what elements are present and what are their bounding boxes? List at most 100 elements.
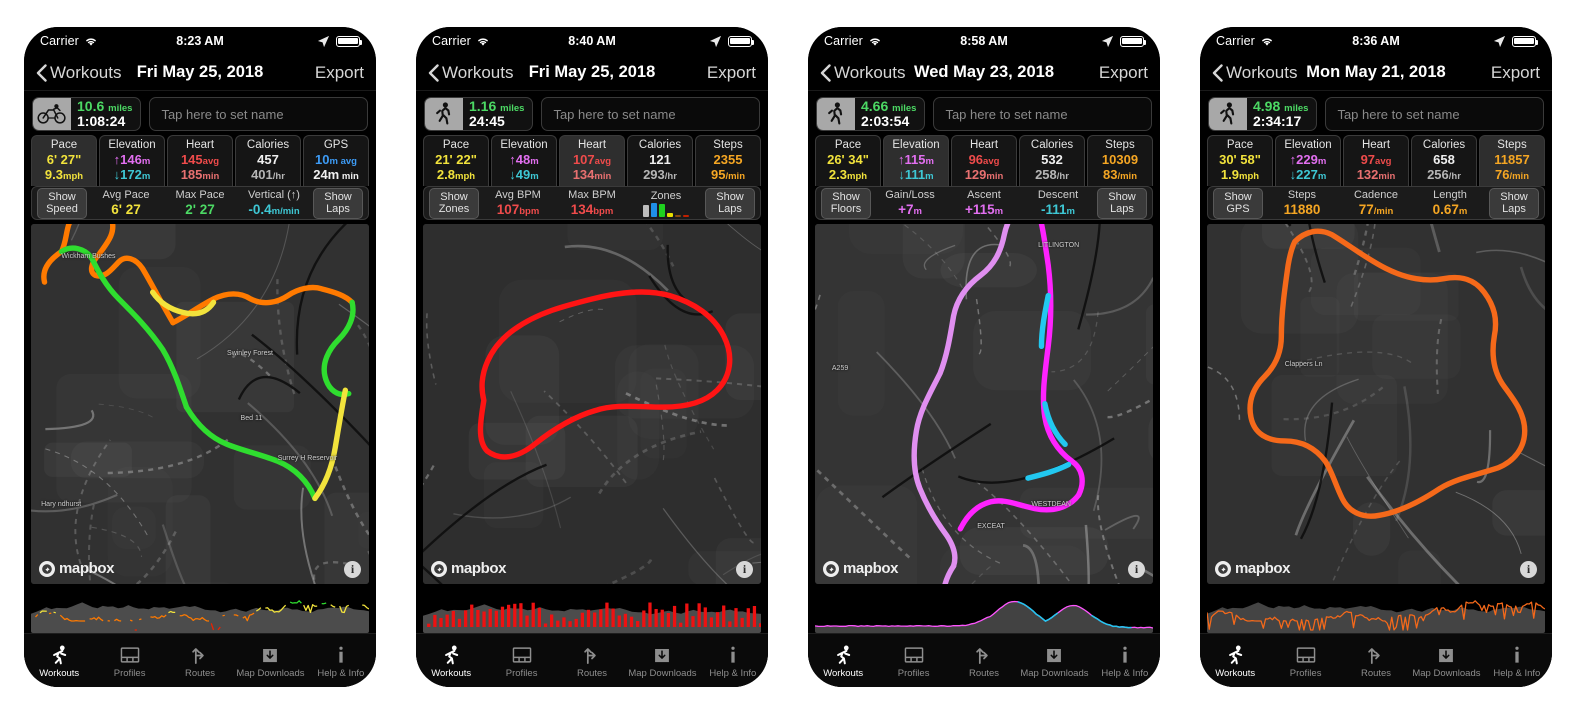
stat-tab-calories[interactable]: Calories 658 256/hr <box>1411 135 1477 187</box>
stat-tab-calories[interactable]: Calories 121 293/hr <box>627 135 693 187</box>
status-left: Carrier <box>40 34 98 48</box>
stat-tab-heart[interactable]: Heart 97avg 132min <box>1343 135 1409 187</box>
tabbar-item-profiles[interactable]: Profiles <box>486 645 556 679</box>
mapbox-attribution[interactable]: mapbox <box>431 560 507 577</box>
workout-name-placeholder: Tap here to set name <box>553 106 676 122</box>
activity-summary[interactable]: 4.66 miles 2:03:54 <box>816 97 926 131</box>
chart-strip[interactable] <box>31 587 369 633</box>
tabbar-item-help-info[interactable]: Help & Info <box>698 645 768 679</box>
export-button[interactable]: Export <box>1491 63 1540 83</box>
detail-left-button[interactable]: Show GPS <box>1213 188 1263 219</box>
stat-tab-calories[interactable]: Calories 457 401/hr <box>235 135 301 187</box>
battery-icon <box>1120 35 1146 47</box>
export-button[interactable]: Export <box>315 63 364 83</box>
stat-tab-value-secondary: 134min <box>572 167 612 183</box>
map-info-button[interactable]: i <box>344 561 361 578</box>
summary-values: 10.6 miles 1:08:24 <box>71 98 140 130</box>
status-bar: Carrier 8:23 AM <box>24 27 376 55</box>
tabbar-item-routes[interactable]: Routes <box>557 645 627 679</box>
tabbar-item-workouts[interactable]: Workouts <box>24 645 94 679</box>
detail-value: 77/min <box>1358 202 1394 218</box>
tabbar-item-map-downloads[interactable]: Map Downloads <box>235 645 305 679</box>
workout-name-input[interactable]: Tap here to set name <box>149 97 368 131</box>
tabbar-item-profiles[interactable]: Profiles <box>1270 645 1340 679</box>
back-button[interactable]: Workouts <box>1212 63 1298 83</box>
mapbox-attribution[interactable]: mapbox <box>823 560 899 577</box>
chevron-left-icon <box>428 63 439 82</box>
show-laps-button[interactable]: Show Laps <box>705 188 755 219</box>
activity-summary[interactable]: 10.6 miles 1:08:24 <box>32 97 142 131</box>
stat-tab-value-secondary: 95/min <box>711 167 745 183</box>
detail-left-button[interactable]: Show Floors <box>821 188 871 219</box>
activity-summary[interactable]: 4.98 miles 2:34:17 <box>1208 97 1318 131</box>
tabbar-item-map-downloads[interactable]: Map Downloads <box>1411 645 1481 679</box>
detail-left-button[interactable]: Show Zones <box>429 188 479 219</box>
tabbar-item-routes[interactable]: Routes <box>949 645 1019 679</box>
stat-tab-gps[interactable]: GPS 10m avg 24m min <box>303 135 369 187</box>
route-fork-icon <box>584 648 596 665</box>
stat-tab-heart[interactable]: Heart 145avg 185min <box>167 135 233 187</box>
back-button[interactable]: Workouts <box>428 63 514 83</box>
map-view[interactable]: LITLINGTON WESTDEAN EXCEAT A259 mapbox i <box>815 224 1153 584</box>
chart-strip[interactable] <box>423 587 761 633</box>
stat-tab-pace[interactable]: Pace 30' 58" 1.9mph <box>1207 135 1273 187</box>
tabbar-item-map-downloads[interactable]: Map Downloads <box>627 645 697 679</box>
tabbar-item-workouts[interactable]: Workouts <box>1200 645 1270 679</box>
tabbar-label: Help & Info <box>1493 668 1541 679</box>
stat-tab-steps[interactable]: Steps 2355 95/min <box>695 135 761 187</box>
carrier-label: Carrier <box>432 34 471 48</box>
activity-summary[interactable]: 1.16 miles 24:45 <box>424 97 534 131</box>
stat-tab-pace[interactable]: Pace 6' 27" 9.3mph <box>31 135 97 187</box>
workout-name-input[interactable]: Tap here to set name <box>541 97 760 131</box>
stat-tab-steps[interactable]: Steps 11857 76/min <box>1479 135 1545 187</box>
chart-strip[interactable] <box>1207 587 1545 633</box>
show-laps-button[interactable]: Show Laps <box>1097 188 1147 219</box>
stat-tab-pace[interactable]: Pace 21' 22" 2.8mph <box>423 135 489 187</box>
duration-value: 1:08:24 <box>77 113 126 130</box>
workout-name-input[interactable]: Tap here to set name <box>933 97 1152 131</box>
workout-name-input[interactable]: Tap here to set name <box>1325 97 1544 131</box>
show-laps-button[interactable]: Show Laps <box>313 188 363 219</box>
tabbar-item-help-info[interactable]: Help & Info <box>306 645 376 679</box>
map-info-button[interactable]: i <box>1128 561 1145 578</box>
tabbar-item-help-info[interactable]: Help & Info <box>1090 645 1160 679</box>
stat-tab-heart[interactable]: Heart 107avg 134min <box>559 135 625 187</box>
tabbar-label: Help & Info <box>1101 668 1149 679</box>
export-button[interactable]: Export <box>707 63 756 83</box>
tabbar-item-routes[interactable]: Routes <box>1341 645 1411 679</box>
tabbar-item-workouts[interactable]: Workouts <box>416 645 486 679</box>
map-info-button[interactable]: i <box>736 561 753 578</box>
stat-tab-value-primary: 21' 22" <box>435 152 477 168</box>
stat-tab-elevation[interactable]: Elevation ↑115m ↓111m <box>883 135 949 187</box>
stat-tab-calories[interactable]: Calories 532 258/hr <box>1019 135 1085 187</box>
map-view[interactable]: mapbox i <box>423 224 761 584</box>
tabbar-item-routes[interactable]: Routes <box>165 645 235 679</box>
tabbar-item-map-downloads[interactable]: Map Downloads <box>1019 645 1089 679</box>
stat-tab-elevation[interactable]: Elevation ↑146m ↓172m <box>99 135 165 187</box>
stat-tab-value-primary: ↑48m <box>509 152 539 168</box>
map-view[interactable]: Wickham Bushes Swinley Forest Bed 11 Surrey… <box>31 224 369 584</box>
back-button[interactable]: Workouts <box>36 63 122 83</box>
tabbar-item-workouts[interactable]: Workouts <box>808 645 878 679</box>
stat-tab-pace[interactable]: Pace 26' 34" 2.3mph <box>815 135 881 187</box>
chart-strip[interactable] <box>815 587 1153 633</box>
duration-value: 2:03:54 <box>861 113 910 130</box>
phone-4: Carrier 8:36 AM Workouts Mon May 21, 201… <box>1200 27 1552 687</box>
tabbar-item-help-info[interactable]: Help & Info <box>1482 645 1552 679</box>
stat-tab-title: Calories <box>1030 139 1074 151</box>
nav-bar: Workouts Wed May 23, 2018 Export <box>808 55 1160 91</box>
mapbox-attribution[interactable]: mapbox <box>1215 560 1291 577</box>
stat-tab-steps[interactable]: Steps 10309 83/min <box>1087 135 1153 187</box>
map-view[interactable]: Clappers Ln mapbox i <box>1207 224 1545 584</box>
detail-left-button[interactable]: Show Speed <box>37 188 87 219</box>
stat-tab-elevation[interactable]: Elevation ↑48m ↓49m <box>491 135 557 187</box>
tabbar-item-profiles[interactable]: Profiles <box>878 645 948 679</box>
show-laps-button[interactable]: Show Laps <box>1489 188 1539 219</box>
tabbar-item-profiles[interactable]: Profiles <box>94 645 164 679</box>
stat-tab-elevation[interactable]: Elevation ↑229m ↓227m <box>1275 135 1341 187</box>
stat-tab-heart[interactable]: Heart 96avg 129min <box>951 135 1017 187</box>
map-info-button[interactable]: i <box>1520 561 1537 578</box>
mapbox-attribution[interactable]: mapbox <box>39 560 115 577</box>
export-button[interactable]: Export <box>1099 63 1148 83</box>
back-button[interactable]: Workouts <box>820 63 906 83</box>
